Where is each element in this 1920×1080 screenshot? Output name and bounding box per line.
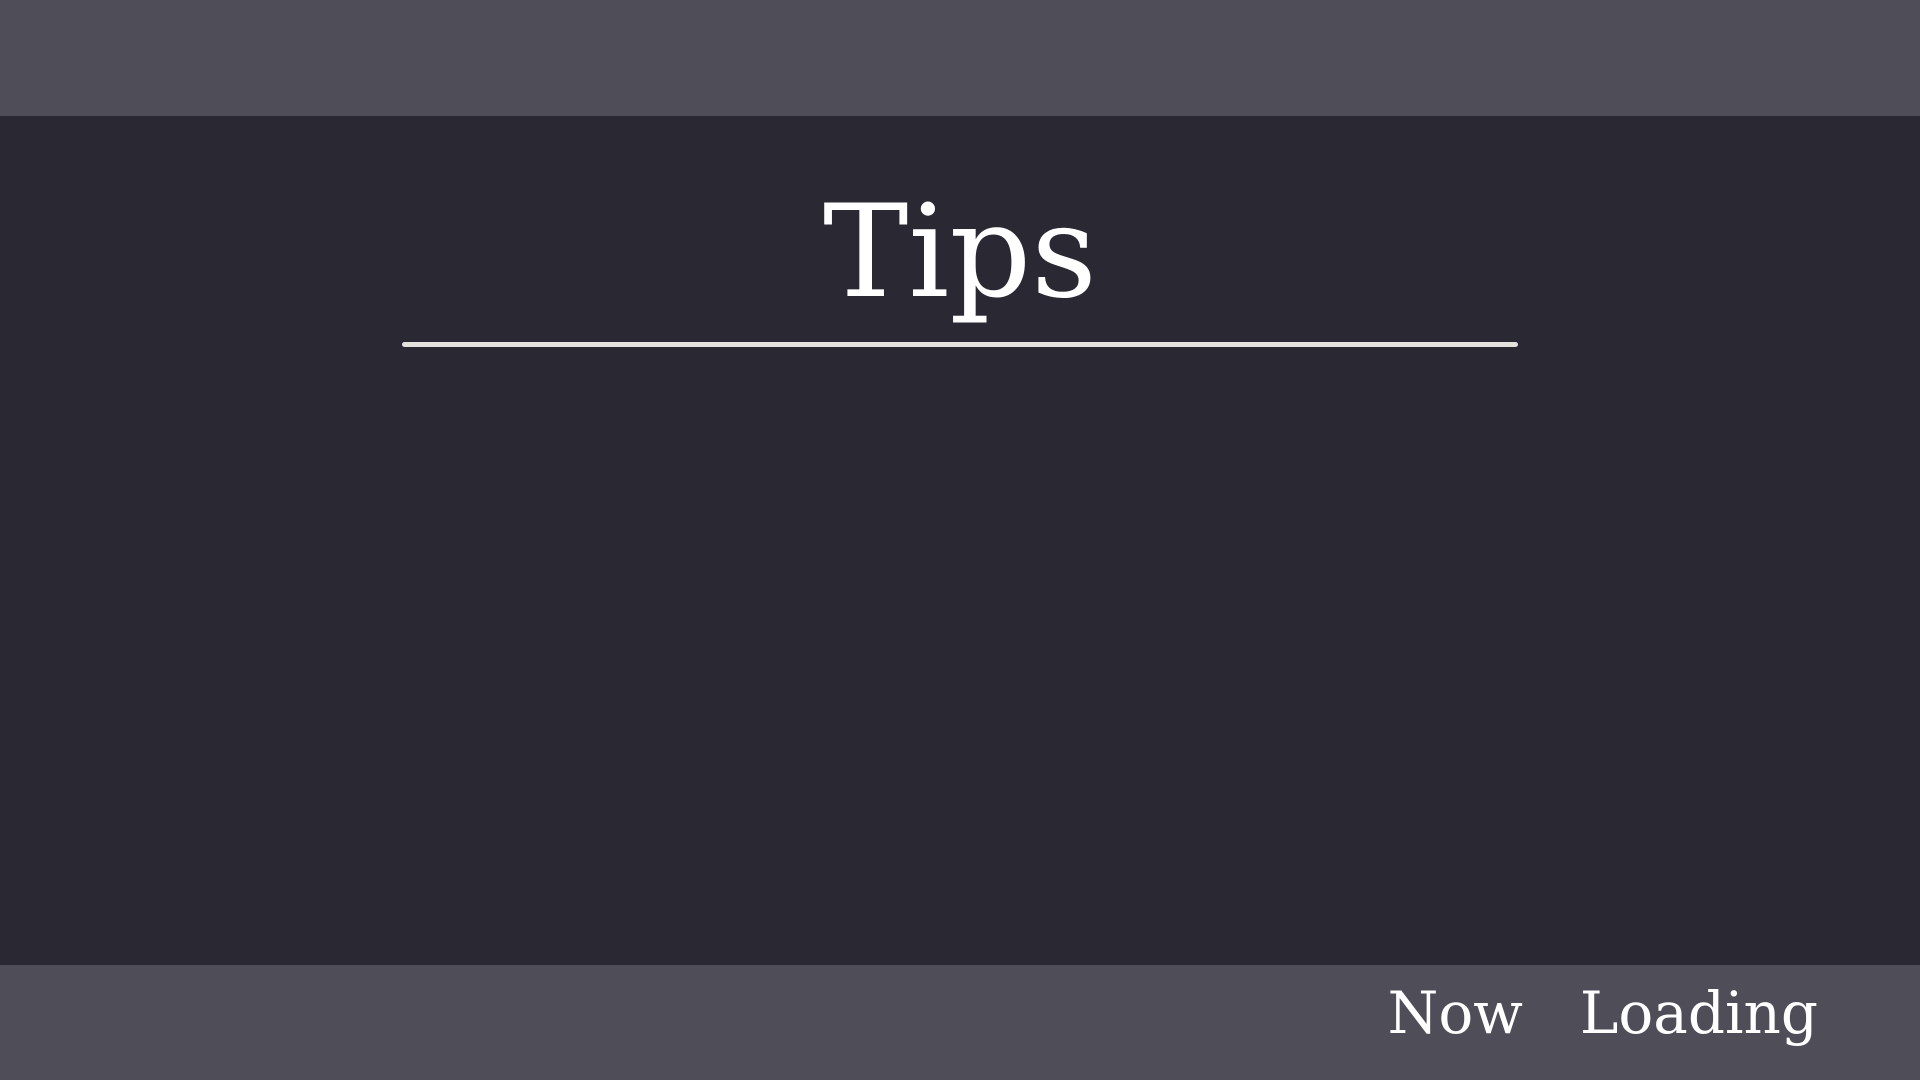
now-loading-label: Now Loading xyxy=(1387,979,1818,1047)
title-divider xyxy=(402,342,1518,347)
loading-screen: Tips Now Loading xyxy=(0,0,1920,1080)
top-letterbox-bar xyxy=(0,0,1920,116)
tips-title: Tips xyxy=(823,178,1097,327)
